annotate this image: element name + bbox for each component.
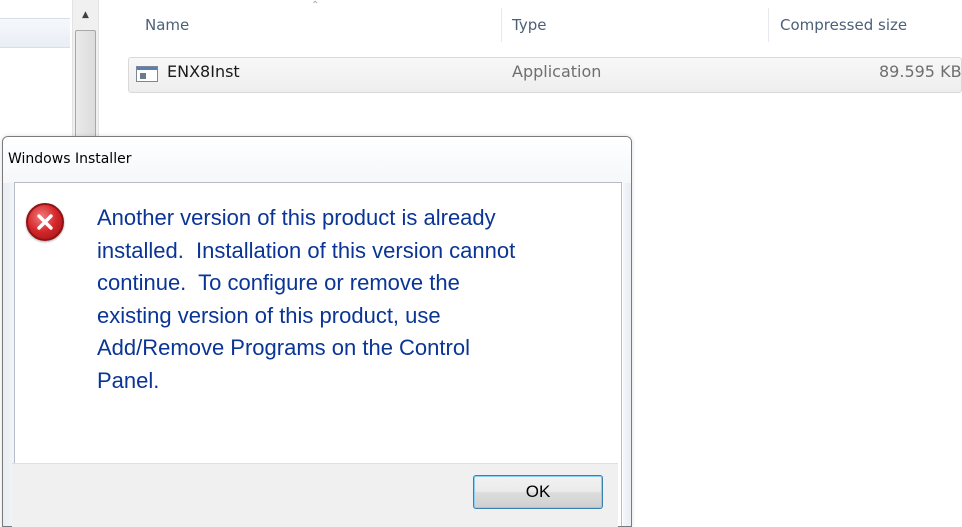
scroll-up-arrow-icon[interactable]: ▲ bbox=[74, 2, 97, 28]
ok-button-label: OK bbox=[525, 482, 551, 501]
file-type: Application bbox=[512, 62, 602, 81]
error-icon bbox=[26, 203, 64, 241]
error-message: Another version of this product is alrea… bbox=[97, 202, 609, 397]
error-message-line: Add/Remove Programs on the Control bbox=[97, 335, 470, 360]
navigation-pane-item[interactable] bbox=[0, 18, 70, 48]
column-header-compressed-size[interactable]: Compressed size bbox=[780, 0, 962, 50]
column-header-type-label: Type bbox=[512, 16, 547, 34]
file-name: ENX8Inst bbox=[167, 62, 240, 81]
column-divider[interactable] bbox=[501, 8, 502, 42]
sort-arrow-icon: ⌃ bbox=[311, 0, 320, 11]
error-message-line: existing version of this product, use bbox=[97, 302, 441, 328]
dialog-title: Windows Installer bbox=[8, 151, 132, 167]
column-header-type[interactable]: Type bbox=[512, 0, 762, 50]
error-message-line: Another version of this product is alrea… bbox=[97, 205, 496, 230]
error-message-line: Panel. bbox=[97, 367, 160, 393]
error-message-line: continue. To configure or remove the bbox=[97, 270, 460, 295]
column-header-name[interactable]: Name bbox=[145, 0, 495, 50]
error-message-line: installed. Installation of this version … bbox=[97, 237, 516, 263]
file-compressed-size: 89.595 KB bbox=[879, 62, 962, 81]
column-header-compressed-size-label: Compressed size bbox=[780, 16, 908, 34]
application-icon bbox=[136, 66, 158, 82]
dialog-title-bar[interactable]: Windows Installer bbox=[3, 137, 631, 183]
column-header-name-label: Name bbox=[145, 16, 190, 34]
column-divider[interactable] bbox=[768, 8, 769, 42]
dialog-frame bbox=[623, 183, 631, 526]
ok-button[interactable]: OK bbox=[473, 475, 603, 509]
